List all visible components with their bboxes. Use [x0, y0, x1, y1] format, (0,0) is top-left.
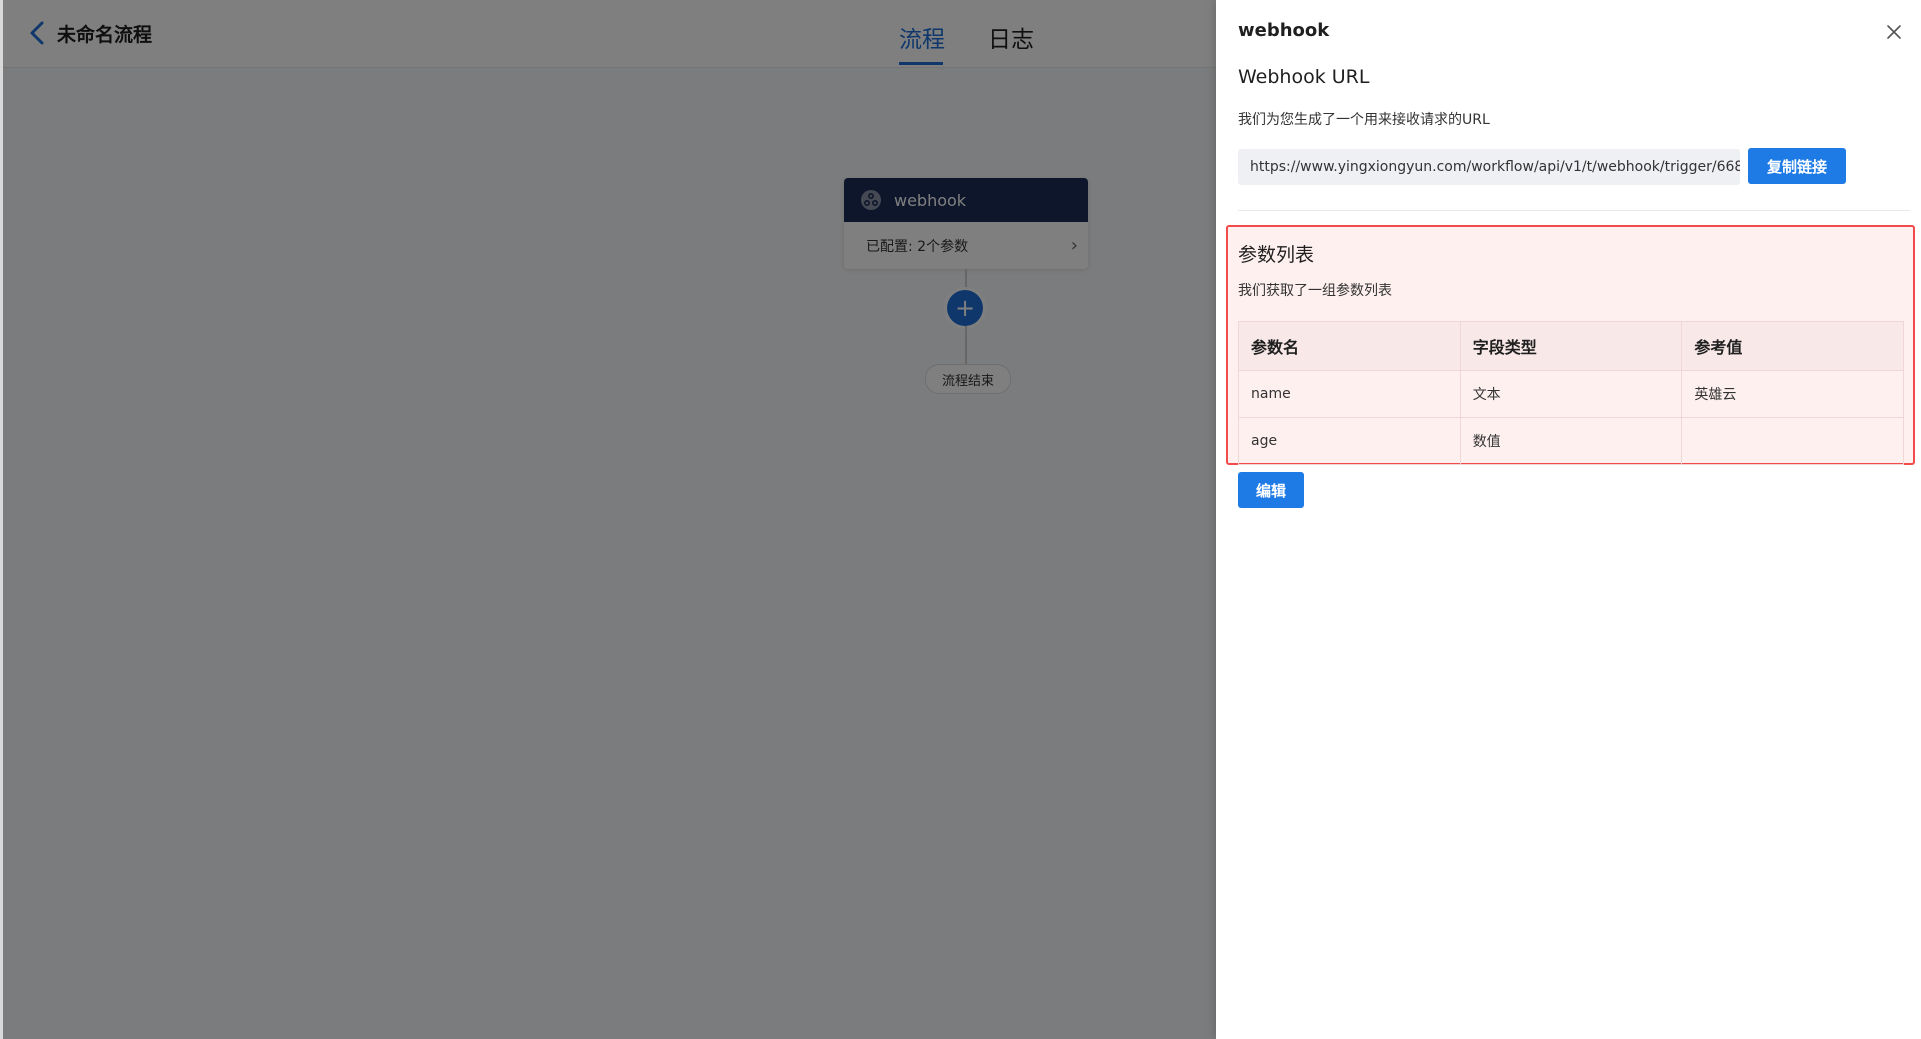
params-section-title: 参数列表 — [1238, 244, 1315, 266]
params-section-description: 我们获取了一组参数列表 — [1238, 283, 1392, 299]
webhook-settings-drawer: webhook Webhook URL 我们为您生成了一个用来接收请求的URL … — [1216, 0, 1921, 1039]
param-name-cell: name — [1238, 370, 1461, 418]
divider — [1238, 210, 1910, 211]
table-row: age 数值 — [1238, 417, 1904, 465]
table-header-row: 参数名 字段类型 参考值 — [1238, 321, 1904, 371]
column-header-param-name: 参数名 — [1238, 321, 1461, 371]
column-header-field-type: 字段类型 — [1460, 321, 1683, 371]
url-section-title: Webhook URL — [1238, 66, 1370, 88]
webhook-url-field[interactable]: https://www.yingxiongyun.com/workflow/ap… — [1238, 149, 1740, 185]
parameter-table: 参数名 字段类型 参考值 name 文本 英雄云 age 数值 — [1238, 321, 1904, 465]
param-name-cell: age — [1238, 417, 1461, 465]
url-section-description: 我们为您生成了一个用来接收请求的URL — [1238, 112, 1490, 128]
copy-link-button[interactable]: 复制链接 — [1748, 148, 1846, 184]
reference-value-cell: 英雄云 — [1681, 370, 1904, 418]
table-row: name 文本 英雄云 — [1238, 370, 1904, 418]
close-icon[interactable] — [1882, 20, 1906, 44]
reference-value-cell — [1681, 417, 1904, 465]
edit-button[interactable]: 编辑 — [1238, 472, 1304, 508]
field-type-cell: 文本 — [1460, 370, 1683, 418]
drawer-title: webhook — [1238, 20, 1330, 41]
field-type-cell: 数值 — [1460, 417, 1683, 465]
column-header-reference-value: 参考值 — [1681, 321, 1904, 371]
parameter-list-section: 参数列表 我们获取了一组参数列表 参数名 字段类型 参考值 name 文本 英雄… — [1226, 225, 1915, 465]
